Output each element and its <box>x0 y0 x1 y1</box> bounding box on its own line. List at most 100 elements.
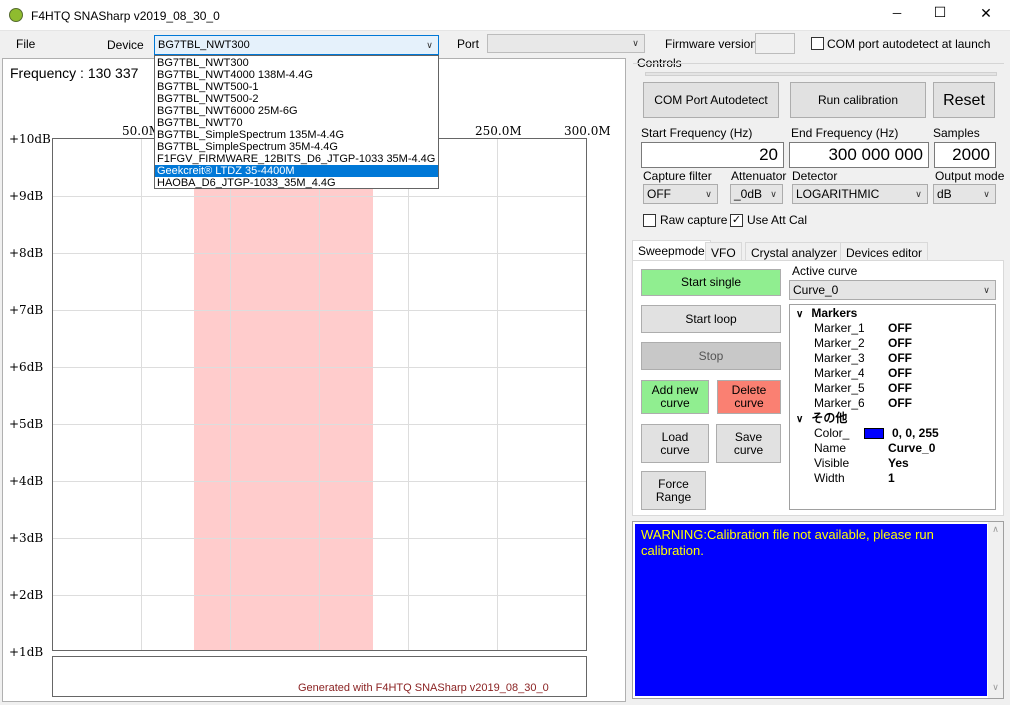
save-curve-button[interactable]: Save curve <box>716 424 781 463</box>
property-name: Marker_1 <box>814 321 864 335</box>
start-freq-input[interactable]: 20 <box>641 142 784 168</box>
grid-v <box>319 139 320 650</box>
y-label: +8dB <box>9 246 44 260</box>
device-option[interactable]: BG7TBL_SimpleSpectrum 135M-4.4G <box>155 129 438 141</box>
maximize-icon[interactable]: ☐ <box>917 4 963 24</box>
device-option[interactable]: F1FGV_FIRMWARE_12BITS_D6_JTGP-1033 35M-4… <box>155 153 438 165</box>
other-category-label: その他 <box>811 411 848 425</box>
start-single-button[interactable]: Start single <box>641 269 781 296</box>
device-option[interactable]: HAOBA_D6_JTGP-1033_35M_4.4G <box>155 177 438 189</box>
device-option[interactable]: BG7TBL_NWT4000 138M-4.4G <box>155 69 438 81</box>
color-swatch <box>864 428 884 439</box>
property-row[interactable]: Marker_3 OFF <box>790 351 995 366</box>
property-row[interactable]: Name Curve_0 <box>790 441 995 456</box>
y-label: +9dB <box>9 189 44 203</box>
graph-footer: Generated with F4HTQ SNASharp v2019_08_3… <box>298 682 549 694</box>
controls-top-line <box>645 72 997 76</box>
active-curve-value: Curve_0 <box>793 283 839 297</box>
capture-filter-value: OFF <box>647 187 671 201</box>
property-row[interactable]: Marker_4 OFF <box>790 366 995 381</box>
property-row[interactable]: Color_ 0, 0, 255 <box>790 426 995 441</box>
markers-category-label: Markers <box>811 306 858 320</box>
other-category[interactable]: ∨ その他 <box>790 411 995 426</box>
property-value: OFF <box>888 321 912 335</box>
device-dropdown-list: BG7TBL_NWT300 BG7TBL_NWT4000 138M-4.4G B… <box>154 55 439 189</box>
markers-category[interactable]: ∨ Markers <box>790 306 995 321</box>
port-label: Port <box>457 37 480 51</box>
com-autodetect-button[interactable]: COM Port Autodetect <box>643 82 779 118</box>
property-name: Color_ <box>814 426 850 440</box>
close-icon[interactable]: ✕ <box>963 5 1009 25</box>
property-value: OFF <box>888 336 912 350</box>
use-att-cal-checkbox[interactable]: ✓ <box>730 214 743 227</box>
grid-v <box>141 139 142 650</box>
tab-vfo[interactable]: VFO <box>705 242 742 261</box>
load-curve-button[interactable]: Load curve <box>641 424 709 463</box>
tab-crystal-analyzer[interactable]: Crystal analyzer <box>745 242 844 261</box>
grid-h <box>53 367 586 368</box>
property-grid: ∨ Markers Marker_1 OFF Marker_2 OFF Marker_… <box>789 304 996 510</box>
scroll-down-icon[interactable]: ∨ <box>988 682 1003 693</box>
log-scrollbar[interactable]: ∧ ∨ <box>988 522 1003 698</box>
device-option[interactable]: BG7TBL_NWT6000 25M-6G <box>155 105 438 117</box>
device-option[interactable]: BG7TBL_NWT500-2 <box>155 93 438 105</box>
y-label: +6dB <box>9 360 44 374</box>
property-row[interactable]: Marker_5 OFF <box>790 381 995 396</box>
device-option[interactable]: BG7TBL_NWT300 <box>155 57 438 69</box>
run-calibration-button[interactable]: Run calibration <box>790 82 926 118</box>
end-freq-label: End Frequency (Hz) <box>791 126 899 140</box>
scroll-up-icon[interactable]: ∧ <box>988 524 1003 535</box>
raw-capture-label: Raw capture <box>660 213 728 227</box>
chevron-down-icon: ∨ <box>983 284 990 295</box>
samples-label: Samples <box>933 126 980 140</box>
grid-v <box>497 139 498 650</box>
grid-h <box>53 196 586 197</box>
x-label: 250.0M <box>475 124 522 138</box>
output-mode-label: Output mode <box>935 169 1005 183</box>
samples-input[interactable]: 2000 <box>934 142 996 168</box>
autodetect-checkbox[interactable] <box>811 37 824 50</box>
reset-button[interactable]: Reset <box>933 82 995 118</box>
active-curve-select[interactable]: Curve_0 ∨ <box>789 280 996 300</box>
port-select[interactable]: ∨ <box>487 34 645 53</box>
start-freq-label: Start Frequency (Hz) <box>641 126 753 140</box>
property-value: Yes <box>888 456 909 470</box>
property-row[interactable]: Marker_6 OFF <box>790 396 995 411</box>
device-option[interactable]: BG7TBL_NWT70 <box>155 117 438 129</box>
attenuator-label: Attenuator <box>731 169 787 183</box>
start-loop-button[interactable]: Start loop <box>641 305 781 333</box>
minimize-icon[interactable]: ─ <box>874 6 920 26</box>
y-label: +5dB <box>9 417 44 431</box>
raw-capture-checkbox[interactable] <box>643 214 656 227</box>
force-range-button[interactable]: Force Range <box>641 471 706 510</box>
chevron-down-icon: ∨ <box>983 188 990 199</box>
attenuator-select[interactable]: _0dB ∨ <box>730 184 783 204</box>
app-icon <box>9 8 23 22</box>
property-row[interactable]: Width 1 <box>790 471 995 486</box>
property-row[interactable]: Visible Yes <box>790 456 995 471</box>
stop-button[interactable]: Stop <box>641 342 781 370</box>
property-value: OFF <box>888 396 912 410</box>
capture-filter-select[interactable]: OFF ∨ <box>643 184 718 204</box>
property-value-color: 0, 0, 255 <box>864 426 995 441</box>
device-option[interactable]: BG7TBL_NWT500-1 <box>155 81 438 93</box>
tab-sweepmode[interactable]: Sweepmode <box>632 240 711 261</box>
device-select[interactable]: BG7TBL_NWT300 ∨ <box>154 35 439 55</box>
delete-curve-button[interactable]: Delete curve <box>717 380 781 414</box>
property-row[interactable]: Marker_1 OFF <box>790 321 995 336</box>
property-value: OFF <box>888 381 912 395</box>
device-option-selected[interactable]: Geekcreit® LTDZ 35-4400M <box>155 165 438 177</box>
property-name: Marker_3 <box>814 351 864 365</box>
add-curve-button[interactable]: Add new curve <box>641 380 709 414</box>
device-option[interactable]: BG7TBL_SimpleSpectrum 35M-4.4G <box>155 141 438 153</box>
tab-devices-editor[interactable]: Devices editor <box>840 242 929 261</box>
output-mode-select[interactable]: dB ∨ <box>933 184 996 204</box>
color-value: 0, 0, 255 <box>892 426 939 440</box>
property-row[interactable]: Marker_2 OFF <box>790 336 995 351</box>
grid-h <box>53 424 586 425</box>
detector-select[interactable]: LOGARITHMIC ∨ <box>792 184 928 204</box>
property-name: Marker_5 <box>814 381 864 395</box>
detector-value: LOGARITHMIC <box>796 187 880 201</box>
end-freq-input[interactable]: 300 000 000 <box>789 142 929 168</box>
menu-file[interactable]: File <box>16 37 35 51</box>
